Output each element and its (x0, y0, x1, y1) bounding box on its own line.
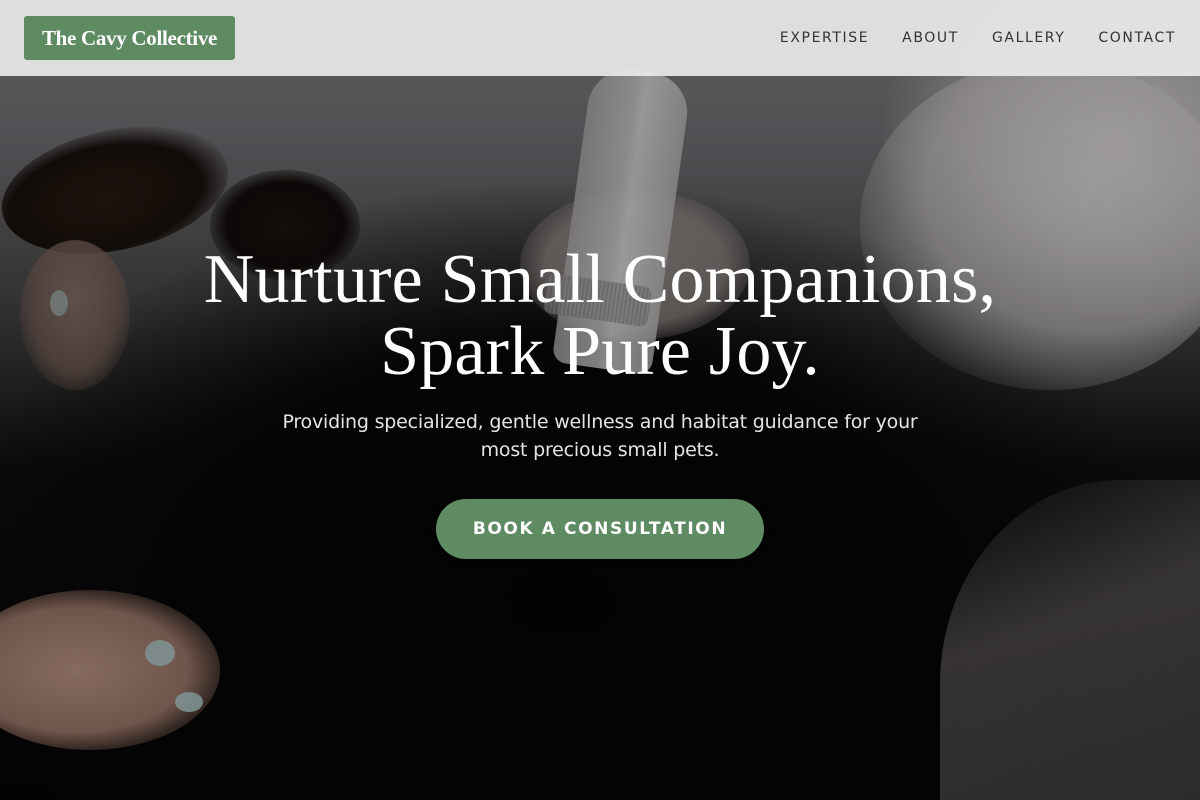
nav-link-gallery[interactable]: GALLERY (992, 30, 1065, 46)
landing-page: The Cavy Collective EXPERTISE ABOUT GALL… (0, 0, 1200, 800)
nav-link-expertise[interactable]: EXPERTISE (780, 30, 869, 46)
nav-link-about[interactable]: ABOUT (902, 30, 959, 46)
hero-headline: Nurture Small Companions, Spark Pure Joy… (0, 244, 1200, 388)
book-consultation-button[interactable]: BOOK A CONSULTATION (436, 499, 764, 559)
main-nav: EXPERTISE ABOUT GALLERY CONTACT (780, 0, 1176, 76)
site-header: The Cavy Collective EXPERTISE ABOUT GALL… (0, 0, 1200, 76)
brand-logo[interactable]: The Cavy Collective (24, 16, 235, 60)
hero-headline-line-2: Spark Pure Joy. (380, 313, 820, 390)
nav-link-contact[interactable]: CONTACT (1098, 30, 1176, 46)
hero-section: Nurture Small Companions, Spark Pure Joy… (0, 244, 1200, 559)
hero-subtitle: Providing specialized, gentle wellness a… (282, 411, 918, 461)
hero-headline-line-1: Nurture Small Companions, (203, 241, 997, 318)
